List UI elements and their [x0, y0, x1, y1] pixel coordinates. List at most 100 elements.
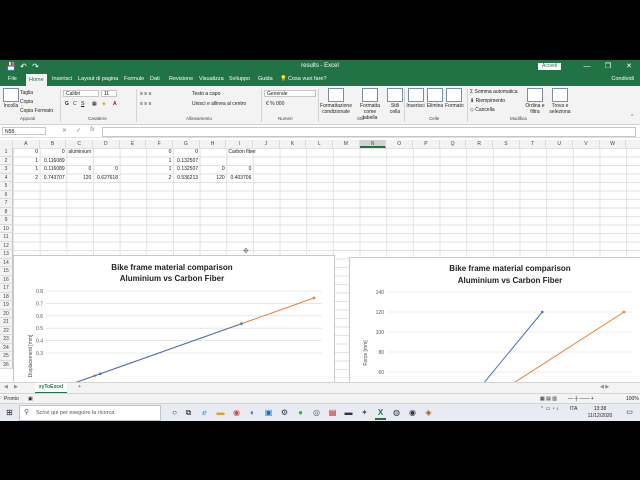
- formula-input[interactable]: [102, 127, 636, 137]
- cell-f1[interactable]: 0: [146, 148, 172, 156]
- delete-cells-button[interactable]: Elimina: [426, 88, 444, 109]
- app-icon[interactable]: ▤: [327, 407, 338, 418]
- app-icon[interactable]: ◍: [391, 407, 402, 418]
- edge-icon[interactable]: ℯ: [199, 407, 210, 418]
- cell-a4[interactable]: 2: [13, 174, 38, 182]
- column-header-i[interactable]: I: [226, 140, 254, 148]
- row-header[interactable]: 5: [0, 182, 13, 191]
- share-button[interactable]: Condividi: [611, 76, 634, 82]
- row-header[interactable]: 7: [0, 199, 13, 208]
- cell-h4[interactable]: 120: [200, 174, 224, 182]
- column-header-c[interactable]: C: [66, 140, 93, 148]
- zoom-slider[interactable]: — ┼ —— +: [568, 396, 594, 402]
- column-header-h[interactable]: H: [200, 140, 227, 148]
- language-indicator[interactable]: ITA: [570, 406, 577, 412]
- select-all-corner[interactable]: [0, 140, 13, 148]
- chart-displacement[interactable]: Bike frame material comparison Aluminium…: [13, 255, 335, 392]
- row-header[interactable]: 4: [0, 173, 13, 182]
- paste-button[interactable]: Incolla: [3, 88, 19, 109]
- notification-icon[interactable]: ▭: [624, 407, 635, 418]
- cell-i1[interactable]: Carbon fiber: [228, 148, 256, 156]
- font-size-select[interactable]: 11: [101, 90, 117, 97]
- autosum-button[interactable]: Σ Somma automatica: [470, 89, 518, 95]
- column-header-q[interactable]: Q: [440, 140, 467, 148]
- cortana-icon[interactable]: ○: [169, 407, 180, 418]
- row-header[interactable]: 9: [0, 216, 13, 225]
- cell-b4[interactable]: 0.743707: [40, 174, 65, 182]
- insert-cells-button[interactable]: Inserisci: [406, 88, 425, 109]
- app-icon[interactable]: ◈: [423, 407, 434, 418]
- cell-c3[interactable]: 0: [66, 165, 92, 173]
- column-header-s[interactable]: S: [493, 140, 520, 148]
- cell-h3[interactable]: 0: [200, 165, 225, 173]
- column-header-o[interactable]: O: [386, 140, 414, 148]
- row-header[interactable]: 11: [0, 233, 13, 242]
- excel-taskbar-icon[interactable]: X: [375, 407, 386, 420]
- cell-g3[interactable]: 0.132507: [173, 165, 198, 173]
- file-explorer-icon[interactable]: ▬: [215, 407, 226, 418]
- next-sheet-icon[interactable]: ▶: [14, 384, 18, 390]
- align-icon[interactable]: ≡ ≡ ≡: [140, 101, 152, 107]
- name-box[interactable]: N58: [2, 127, 46, 135]
- column-header-v[interactable]: V: [573, 140, 600, 148]
- app-icon[interactable]: ✦: [359, 407, 370, 418]
- row-header[interactable]: 2: [0, 156, 13, 165]
- clear-button[interactable]: ◇ Cancella: [470, 107, 495, 113]
- collapse-ribbon-icon[interactable]: ⌃: [630, 114, 634, 120]
- column-header-e[interactable]: E: [120, 140, 147, 148]
- tab-formulas[interactable]: Formule: [124, 76, 144, 82]
- task-view-icon[interactable]: ⧉: [183, 407, 194, 418]
- zoom-level[interactable]: 100%: [626, 396, 639, 402]
- cut-button[interactable]: Taglia: [20, 90, 33, 96]
- cell-c4[interactable]: 120: [66, 174, 91, 182]
- taskbar-search[interactable]: ⚲ Scrivi qui per eseguire la ricerca: [19, 405, 161, 421]
- column-header-n[interactable]: N: [359, 140, 387, 148]
- prev-sheet-icon[interactable]: ◀: [4, 384, 8, 390]
- tab-insert[interactable]: Inserisci: [52, 76, 72, 82]
- cell-f4[interactable]: 2: [146, 174, 172, 182]
- fill-color-icon[interactable]: ◈: [102, 101, 106, 107]
- cell-i3[interactable]: 0: [226, 165, 252, 173]
- enter-icon[interactable]: ✓: [76, 127, 81, 134]
- app-icon[interactable]: ◉: [407, 407, 418, 418]
- cell-g4[interactable]: 0.536213: [173, 174, 198, 182]
- tell-me-search[interactable]: Cosa vuoi fare?: [288, 76, 327, 82]
- column-header-w[interactable]: W: [600, 140, 627, 148]
- column-header-f[interactable]: F: [146, 140, 173, 148]
- row-header[interactable]: 13: [0, 250, 13, 259]
- cell-c1[interactable]: aluminium: [68, 148, 91, 156]
- cell-g2[interactable]: 0.132507: [173, 157, 198, 165]
- clock-time[interactable]: 13:38: [588, 406, 612, 412]
- cell-b1[interactable]: 0: [40, 148, 65, 156]
- cell-d4[interactable]: 0.627618: [93, 174, 118, 182]
- add-sheet-icon[interactable]: +: [78, 384, 81, 390]
- macro-record-icon[interactable]: ▣: [28, 396, 33, 402]
- row-header[interactable]: 25: [0, 352, 13, 361]
- copy-button[interactable]: Copia: [20, 99, 33, 105]
- row-header[interactable]: 8: [0, 207, 13, 216]
- column-header-t[interactable]: T: [520, 140, 547, 148]
- fx-icon[interactable]: fx: [90, 127, 95, 133]
- font-color-icon[interactable]: A: [113, 101, 117, 107]
- cell-g1[interactable]: 0: [173, 148, 198, 156]
- tab-help[interactable]: Guida: [258, 76, 273, 82]
- column-header-p[interactable]: P: [413, 140, 440, 148]
- bold-button[interactable]: G: [65, 101, 69, 107]
- cell-a3[interactable]: 1: [13, 165, 38, 173]
- format-painter-button[interactable]: Copia Formato: [20, 108, 53, 114]
- row-header[interactable]: 24: [0, 343, 13, 352]
- app-icon[interactable]: ⚙: [279, 407, 290, 418]
- cell-b2[interactable]: 0.116089: [40, 157, 64, 165]
- borders-icon[interactable]: ▦: [92, 101, 97, 107]
- row-header[interactable]: 21: [0, 318, 13, 327]
- underline-button[interactable]: S: [81, 101, 84, 107]
- tab-developer[interactable]: Sviluppo: [229, 76, 250, 82]
- chart-force[interactable]: Bike frame material comparison Aluminium…: [349, 257, 640, 421]
- cell-i4[interactable]: 0.403706: [226, 174, 252, 182]
- row-header[interactable]: 14: [0, 258, 13, 267]
- store-icon[interactable]: ▣: [263, 407, 274, 418]
- row-header[interactable]: 10: [0, 224, 13, 233]
- clock-date[interactable]: 11/12/2020: [585, 413, 615, 419]
- column-header-j[interactable]: J: [253, 140, 280, 148]
- column-header-m[interactable]: M: [333, 140, 360, 148]
